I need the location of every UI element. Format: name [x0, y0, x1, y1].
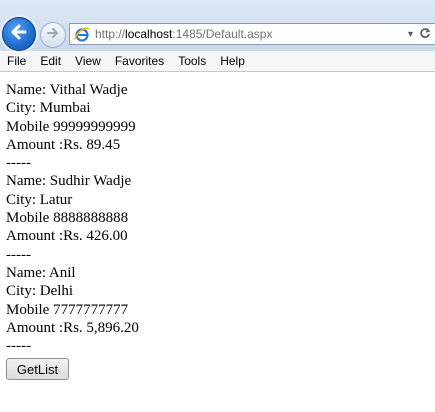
record-city: City: Latur: [6, 191, 73, 208]
url-text: http://localhost:1485/Default.aspx: [95, 27, 272, 41]
record-name: Name: Sudhir Wadje: [6, 173, 132, 190]
menu-bar: File Edit View Favorites Tools Help: [0, 51, 435, 72]
record-separator: -----: [6, 246, 31, 263]
getlist-button[interactable]: GetList: [6, 358, 69, 380]
page-content: Name: Vithal Wadje City: Mumbai Mobile 9…: [6, 81, 426, 355]
menu-file[interactable]: File: [0, 51, 33, 72]
record-amount: Amount :Rs. 426.00: [6, 228, 128, 245]
arrow-right-icon: [46, 26, 60, 45]
record-mobile: Mobile 99999999999: [6, 118, 136, 135]
url-rest: :1485/Default.aspx: [172, 27, 273, 41]
record-1: Name: Vithal Wadje City: Mumbai Mobile 9…: [6, 81, 426, 172]
back-button[interactable]: [2, 17, 36, 51]
menu-tools[interactable]: Tools: [171, 51, 213, 72]
record-3: Name: Anil City: Delhi Mobile 7777777777…: [6, 264, 426, 355]
menu-help[interactable]: Help: [213, 51, 252, 72]
menu-favorites[interactable]: Favorites: [108, 51, 171, 72]
record-separator: -----: [6, 338, 31, 355]
record-separator: -----: [6, 155, 31, 172]
record-city: City: Mumbai: [6, 100, 91, 117]
arrow-left-icon: [9, 22, 29, 47]
record-name: Name: Vithal Wadje: [6, 82, 128, 98]
record-mobile: Mobile 7777777777: [6, 301, 129, 318]
record-2: Name: Sudhir Wadje City: Latur Mobile 88…: [6, 172, 426, 263]
record-name: Name: Anil: [6, 264, 76, 281]
dropdown-arrow-icon[interactable]: ▾: [408, 29, 413, 40]
record-amount: Amount :Rs. 89.45: [6, 136, 121, 153]
refresh-icon[interactable]: [419, 27, 431, 42]
url-host: localhost: [125, 27, 173, 41]
forward-button[interactable]: [40, 22, 66, 48]
record-mobile: Mobile 8888888888: [6, 210, 129, 227]
address-bar[interactable]: http://localhost:1485/Default.aspx ▾: [69, 23, 435, 45]
browser-toolbar: http://localhost:1485/Default.aspx ▾: [0, 0, 435, 51]
menu-edit[interactable]: Edit: [33, 51, 68, 72]
ie-page-icon: [73, 25, 91, 43]
url-prefix: http://: [95, 27, 126, 41]
address-bar-tools: ▾: [408, 27, 431, 42]
record-city: City: Delhi: [6, 283, 74, 300]
record-amount: Amount :Rs. 5,896.20: [6, 319, 139, 336]
menu-view[interactable]: View: [68, 51, 108, 72]
